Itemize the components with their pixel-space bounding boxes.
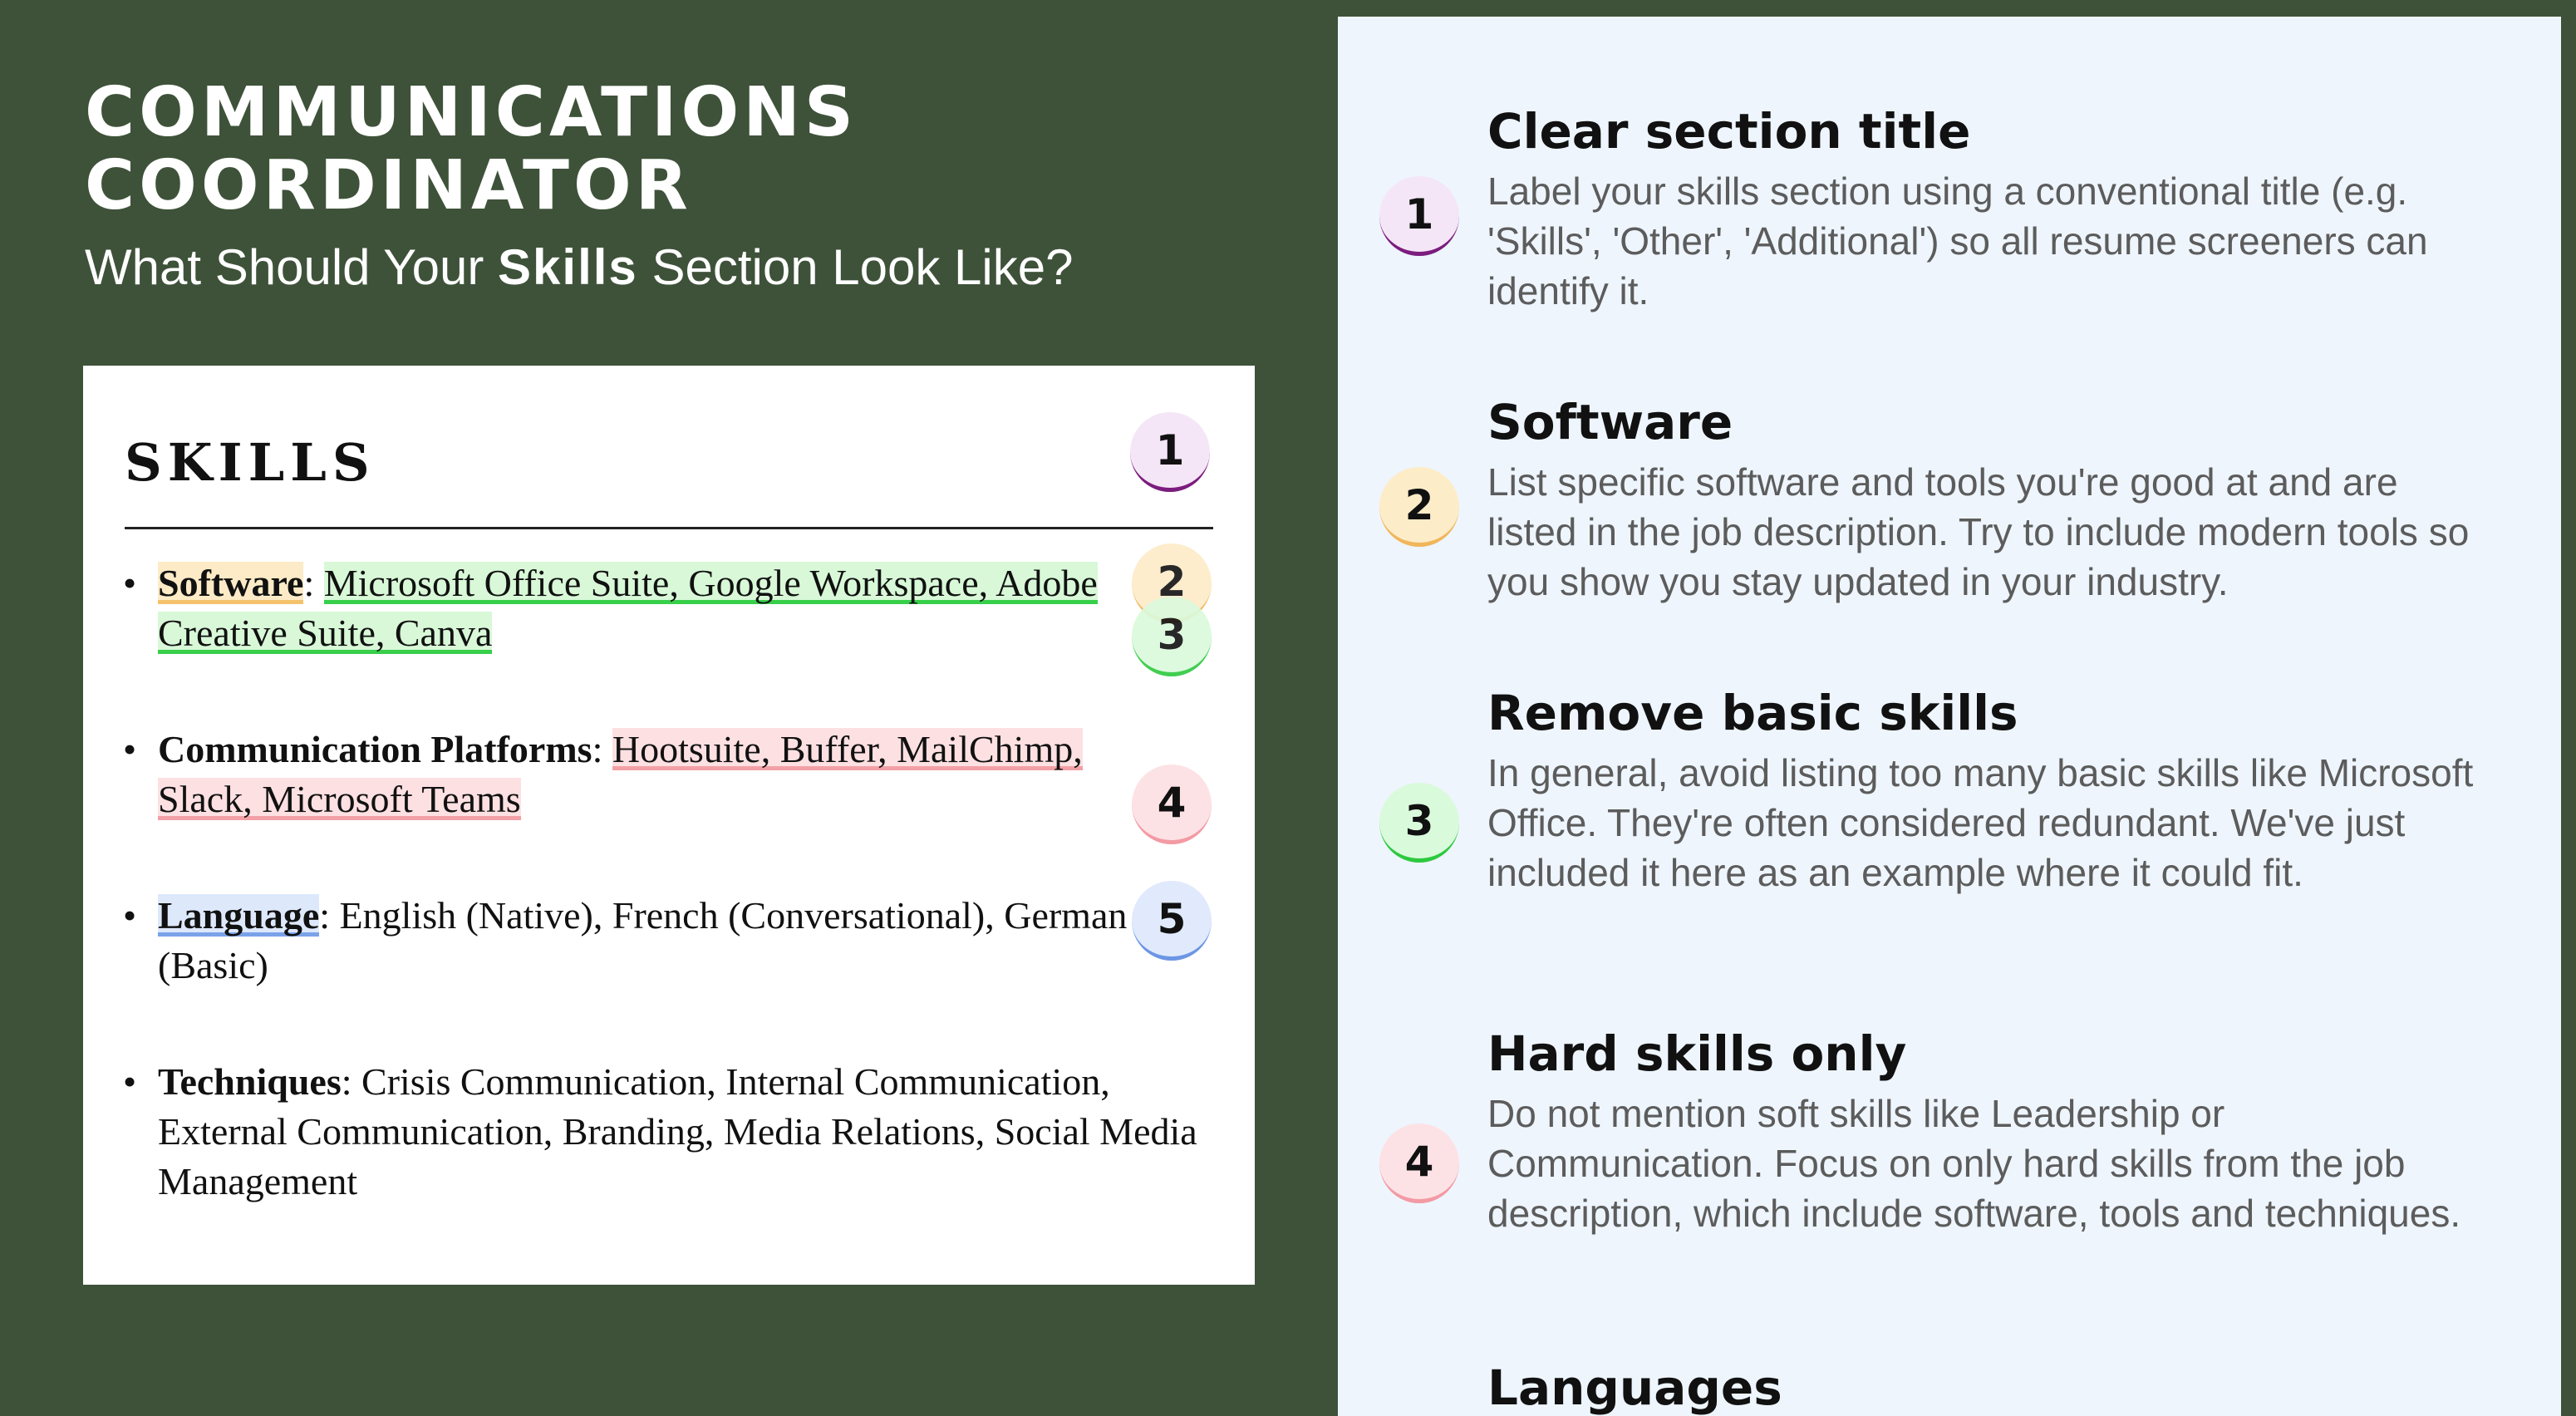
tip-title: Languages bbox=[1487, 1359, 1782, 1416]
skill-separator: : bbox=[341, 1060, 362, 1103]
tip-title: Clear section title bbox=[1487, 103, 1971, 160]
number-badge-4: 4 bbox=[1132, 765, 1212, 844]
skill-values: Slack, Microsoft Teams bbox=[158, 778, 521, 820]
tip-title: Software bbox=[1487, 394, 1733, 450]
subtitle-after: Section Look Like? bbox=[637, 239, 1074, 295]
skill-list: Software: Microsoft Office Suite, Google… bbox=[123, 558, 1230, 1273]
tip-badge: 1 bbox=[1379, 176, 1459, 256]
subtitle-before: What Should Your bbox=[85, 239, 499, 295]
tip-badge: 3 bbox=[1379, 783, 1459, 863]
tip-body: Do not mention soft skills like Leadersh… bbox=[1487, 1092, 2461, 1235]
skill-separator: : bbox=[319, 894, 340, 937]
tip-body: List specific software and tools you're … bbox=[1487, 460, 2470, 603]
skill-item-software: Software: Microsoft Office Suite, Google… bbox=[123, 558, 1230, 658]
tip-body: Label your skills section using a conven… bbox=[1487, 170, 2428, 312]
section-divider bbox=[125, 527, 1213, 529]
skill-highlight: Microsoft Office Suite, Google Workspace… bbox=[323, 562, 1098, 604]
tip-title: Hard skills only bbox=[1487, 1025, 1907, 1082]
subtitle-bold: Skills bbox=[498, 239, 638, 295]
job-title-line-2: COORDINATOR bbox=[85, 146, 692, 225]
skill-item-language: Language: English (Native), French (Conv… bbox=[123, 891, 1230, 991]
skill-label: Techniques bbox=[158, 1060, 342, 1103]
skill-label: Communication Platforms bbox=[158, 728, 592, 770]
skill-separator: : bbox=[303, 562, 324, 604]
skill-values: Creative Suite, Canva bbox=[158, 612, 493, 654]
tip-badge: 2 bbox=[1379, 467, 1459, 547]
page-header: COMMUNICATIONS COORDINATOR What Should Y… bbox=[85, 76, 1248, 297]
skill-separator: : bbox=[592, 728, 612, 770]
number-badge-1: 1 bbox=[1130, 412, 1210, 492]
resume-skills-card: SKILLS Software: Microsoft Office Suite,… bbox=[83, 366, 1255, 1285]
skill-label: Language bbox=[158, 894, 320, 937]
skill-highlight: Hootsuite, Buffer, MailChimp, bbox=[612, 728, 1083, 770]
skill-item-communication-platforms: Communication Platforms: Hootsuite, Buff… bbox=[123, 725, 1230, 824]
number-badge-5: 5 bbox=[1132, 881, 1212, 961]
job-title: COMMUNICATIONS COORDINATOR bbox=[85, 76, 1248, 223]
tip-body: In general, avoid listing too many basic… bbox=[1487, 751, 2474, 894]
tips-panel: 1 Clear section title Label your skills … bbox=[1338, 17, 2561, 1416]
skill-label: Software bbox=[158, 562, 304, 604]
tip-badge: 4 bbox=[1379, 1123, 1459, 1203]
resume-section-heading: SKILLS bbox=[125, 432, 376, 493]
page-subtitle: What Should Your Skills Section Look Lik… bbox=[85, 238, 1248, 297]
skill-item-techniques: Techniques: Crisis Communication, Intern… bbox=[123, 1057, 1230, 1207]
job-title-line-1: COMMUNICATIONS bbox=[85, 73, 858, 152]
number-badge-3: 3 bbox=[1132, 597, 1212, 676]
tip-title: Remove basic skills bbox=[1487, 685, 2018, 741]
